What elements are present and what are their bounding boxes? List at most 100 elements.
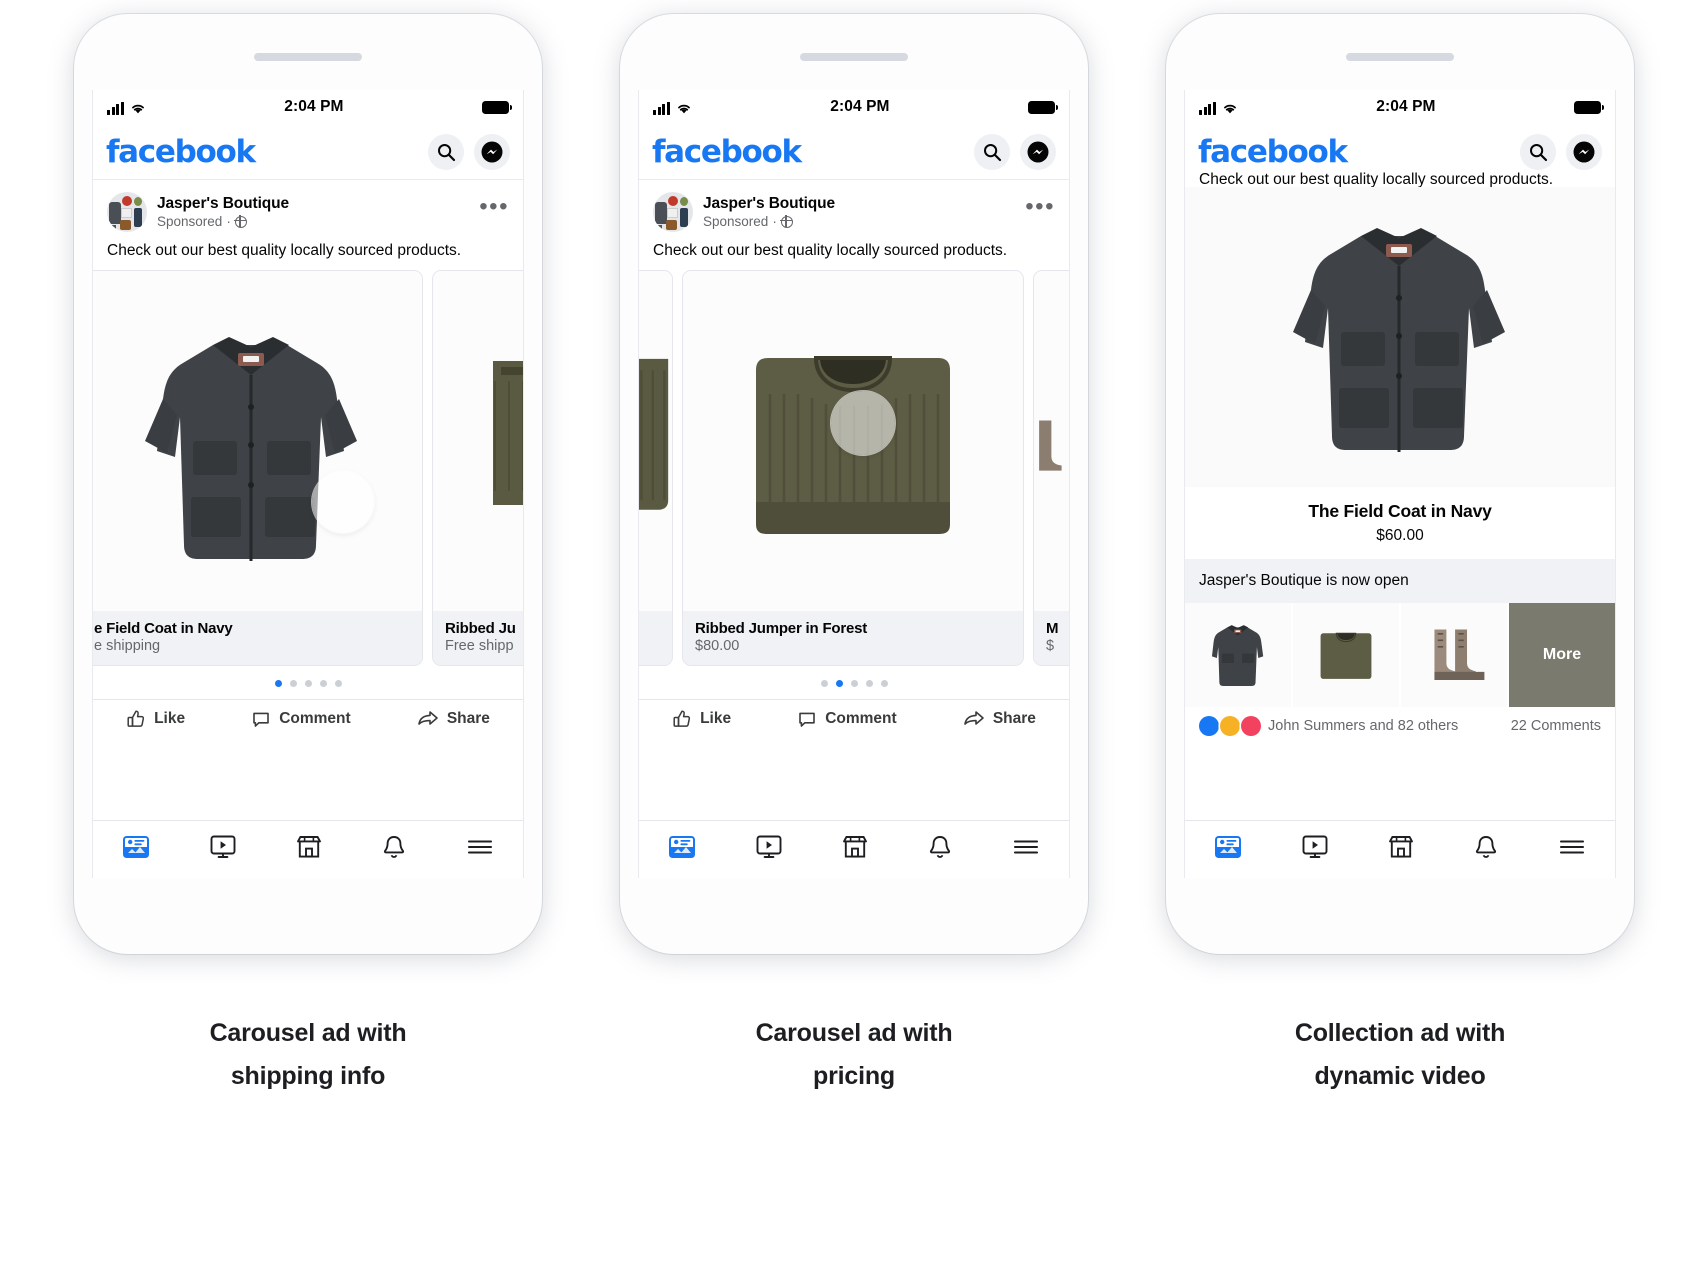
share-button[interactable]: Share <box>963 709 1036 729</box>
page-name[interactable]: Jasper's Boutique <box>703 195 1025 213</box>
sidebar-item-news-feed[interactable] <box>668 834 696 865</box>
more-options-button[interactable]: ••• <box>479 195 509 222</box>
bottom-navigation <box>1185 820 1615 878</box>
more-label: More <box>1542 646 1582 663</box>
hamburger-menu-icon <box>1559 840 1584 854</box>
field-coat-image <box>1293 228 1505 452</box>
boots-thumbnail-icon <box>1434 629 1485 680</box>
sidebar-item-news-feed[interactable] <box>122 834 150 865</box>
collection-thumbnail[interactable] <box>1185 603 1291 707</box>
phone-mockup-1: 2:04 PM facebook Jasper's Boutique Spons… <box>74 14 542 954</box>
facebook-app-bar: facebook <box>639 124 1069 180</box>
facebook-logo: facebook <box>106 133 256 170</box>
messenger-button[interactable] <box>474 133 510 170</box>
status-bar-time: 2:04 PM <box>1376 98 1436 115</box>
messenger-icon <box>481 141 503 162</box>
pagination-dot[interactable] <box>865 680 873 687</box>
sidebar-item-notifications[interactable] <box>381 834 407 865</box>
comment-bubble-icon <box>253 712 270 727</box>
reaction-summary-text[interactable]: John Summers and 82 others 22 Comments <box>1268 718 1601 734</box>
comment-count-label[interactable]: 22 Comments <box>1511 718 1601 734</box>
post-body-text: Check out our best quality locally sourc… <box>653 242 1008 259</box>
pagination-dot[interactable] <box>850 680 858 687</box>
hamburger-menu-icon <box>1013 840 1038 854</box>
share-arrow-icon <box>418 711 438 725</box>
carousel-card[interactable]: Ribbed Ju Free shipp <box>432 270 523 666</box>
search-button[interactable] <box>428 133 464 170</box>
status-bar-time: 2:04 PM <box>830 98 890 115</box>
sidebar-item-menu[interactable] <box>466 836 494 863</box>
collection-thumbnail[interactable] <box>1293 603 1399 707</box>
avatar[interactable] <box>107 192 147 232</box>
avatar[interactable] <box>653 192 693 232</box>
like-button[interactable]: Like <box>672 709 731 729</box>
pagination-dot[interactable] <box>289 680 297 687</box>
sidebar-item-watch[interactable] <box>755 834 783 865</box>
video-play-indicator[interactable] <box>312 471 374 533</box>
carousel-card[interactable]: e Field Coat in Navy e shipping <box>93 270 423 666</box>
sponsored-label: Sponsored <box>157 214 223 229</box>
pagination-dot[interactable] <box>304 680 312 687</box>
carousel-track[interactable]: e Field Coat in Navy e shipping Ribbed J… <box>93 270 523 666</box>
sidebar-item-marketplace[interactable] <box>841 834 869 865</box>
boots-image <box>1039 420 1062 471</box>
comment-button[interactable]: Comment <box>797 709 897 729</box>
bell-icon <box>1476 836 1497 858</box>
example-carousel-shipping: 2:04 PM facebook Jasper's Boutique Spons… <box>68 14 548 1098</box>
facebook-logo: facebook <box>652 133 802 170</box>
sidebar-item-news-feed[interactable] <box>1214 834 1242 865</box>
love-reaction-icon <box>1241 716 1261 736</box>
like-button[interactable]: Like <box>126 709 185 729</box>
video-play-indicator[interactable] <box>831 391 895 455</box>
pagination-dot[interactable] <box>274 680 282 687</box>
carousel-track[interactable]: Ribbed Jumper in Forest $80.00 M $ <box>639 270 1069 666</box>
globe-icon <box>780 215 793 228</box>
collection-thumbnail[interactable] <box>1401 603 1507 707</box>
messenger-button[interactable] <box>1020 133 1056 170</box>
collection-thumbnail-strip[interactable]: More <box>1185 603 1615 707</box>
field-coat-image <box>145 337 357 561</box>
pagination-dot[interactable] <box>820 680 828 687</box>
pagination-dot[interactable] <box>334 680 342 687</box>
comment-button[interactable]: Comment <box>251 709 351 729</box>
carousel-card[interactable] <box>639 270 673 666</box>
haha-reaction-icon <box>1220 716 1240 736</box>
carousel-pagination[interactable] <box>93 666 523 699</box>
messenger-button[interactable] <box>1566 133 1602 170</box>
like-label: Like <box>700 710 732 727</box>
page-name[interactable]: Jasper's Boutique <box>157 195 479 213</box>
example-collection-dynamic-video: 2:04 PM facebook Check out our best qual… <box>1160 14 1640 1098</box>
sidebar-item-watch[interactable] <box>1301 834 1329 865</box>
search-button[interactable] <box>1520 133 1556 170</box>
carousel-card[interactable]: Ribbed Jumper in Forest $80.00 <box>682 270 1024 666</box>
card-subtitle: $80.00 <box>695 638 740 654</box>
sponsored-post-2: Jasper's Boutique Sponsored · ••• Check … <box>639 180 1069 738</box>
share-label: Share <box>992 710 1036 727</box>
hero-video[interactable] <box>1185 187 1615 487</box>
post-header: Jasper's Boutique Sponsored · ••• <box>639 180 1069 238</box>
field-coat-edge-image <box>639 358 669 510</box>
sidebar-item-watch[interactable] <box>209 834 237 865</box>
search-button[interactable] <box>974 133 1010 170</box>
sidebar-item-marketplace[interactable] <box>1387 834 1415 865</box>
carousel-card[interactable]: M $ <box>1033 270 1069 666</box>
caption-line-1: Carousel ad with <box>209 1019 407 1047</box>
share-button[interactable]: Share <box>417 709 490 729</box>
sidebar-item-menu[interactable] <box>1012 836 1040 863</box>
sidebar-item-notifications[interactable] <box>927 834 953 865</box>
card-subtitle <box>639 638 660 654</box>
collection-headline: Jasper's Boutique is now open <box>1185 559 1615 603</box>
carousel-pagination[interactable] <box>639 666 1069 699</box>
thumbs-up-icon <box>127 710 145 727</box>
pagination-dot[interactable] <box>835 680 843 687</box>
collection-thumbnail-more[interactable]: More <box>1509 603 1615 707</box>
more-options-button[interactable]: ••• <box>1025 195 1055 222</box>
reaction-count-label[interactable]: John Summers and 82 others <box>1268 718 1458 734</box>
sidebar-item-marketplace[interactable] <box>295 834 323 865</box>
earpiece-speaker <box>254 53 362 61</box>
status-bar: 2:04 PM <box>639 90 1069 124</box>
pagination-dot[interactable] <box>880 680 888 687</box>
sidebar-item-menu[interactable] <box>1558 836 1586 863</box>
pagination-dot[interactable] <box>319 680 327 687</box>
sidebar-item-notifications[interactable] <box>1473 834 1499 865</box>
